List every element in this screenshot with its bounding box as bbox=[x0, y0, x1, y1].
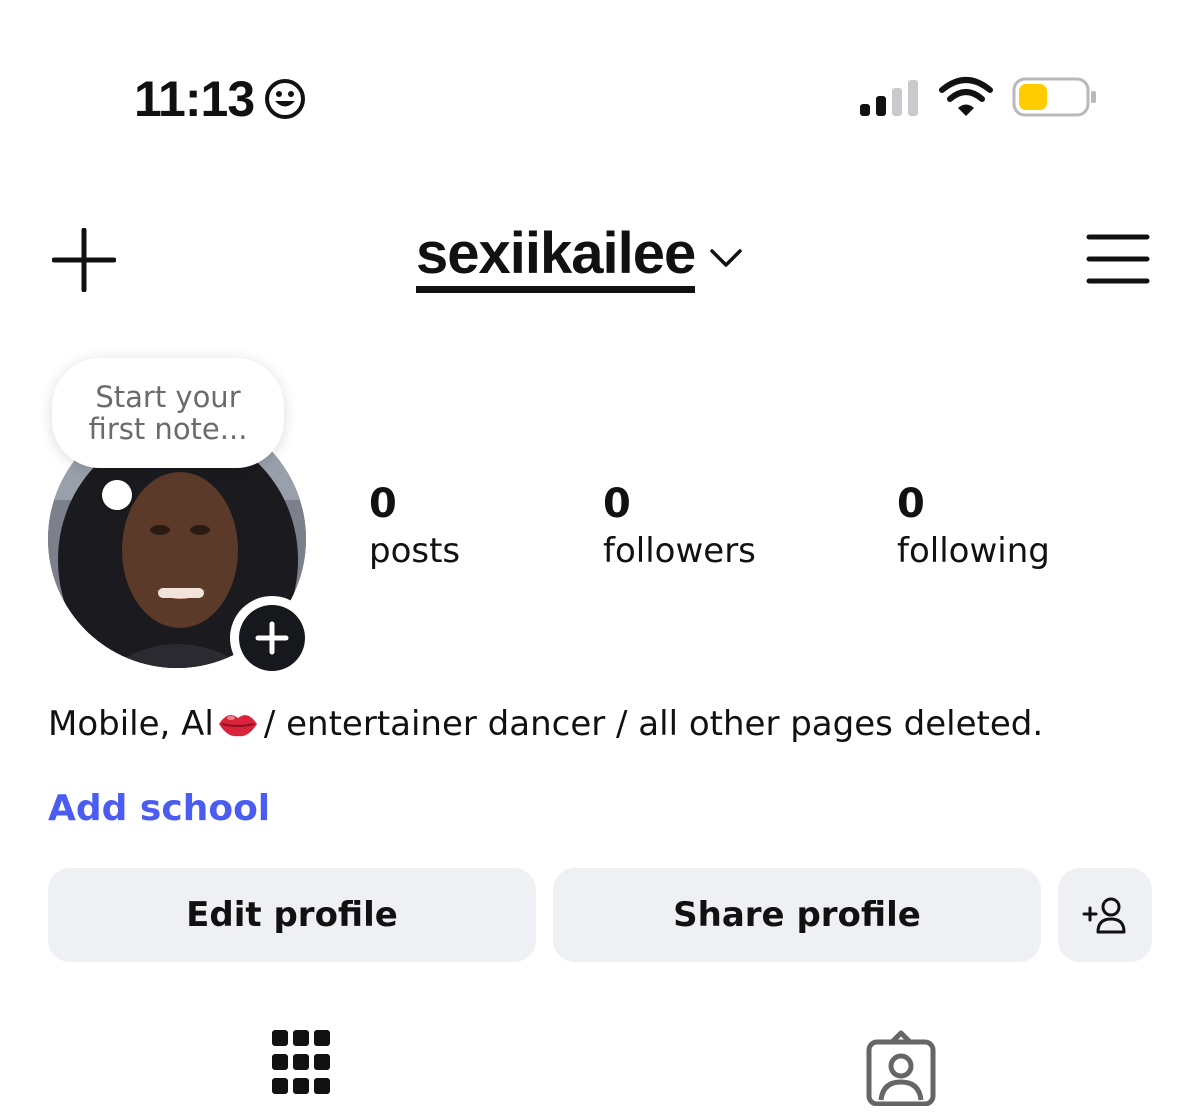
bio: Mobile, Al / entertainer dancer / all ot… bbox=[48, 704, 1043, 744]
following-label: following bbox=[897, 531, 1050, 571]
kiss-lips-emoji bbox=[218, 715, 257, 737]
posts-label: posts bbox=[369, 531, 461, 571]
create-plus-icon[interactable] bbox=[52, 228, 116, 292]
bio-text-1: Mobile, Al bbox=[48, 704, 214, 744]
battery-icon bbox=[1012, 77, 1096, 117]
bio-text-2: / entertainer dancer / all other pages d… bbox=[263, 704, 1044, 744]
status-time: 11:13 bbox=[134, 70, 306, 128]
cellular-signal-icon bbox=[860, 80, 918, 116]
stat-following[interactable]: 0 following bbox=[897, 480, 1050, 574]
edit-profile-button[interactable]: Edit profile bbox=[48, 868, 536, 962]
add-story-button[interactable] bbox=[230, 596, 314, 680]
following-count: 0 bbox=[897, 481, 925, 527]
status-time-text: 11:13 bbox=[134, 71, 255, 127]
chevron-down-icon bbox=[710, 248, 743, 267]
wifi-icon bbox=[939, 77, 993, 116]
smiley-face-icon bbox=[265, 79, 306, 119]
note-bubble[interactable]: Start your first note... bbox=[52, 358, 284, 468]
stat-followers[interactable]: 0 followers bbox=[603, 480, 756, 574]
posts-count: 0 bbox=[369, 481, 397, 527]
username: sexiikailee bbox=[416, 222, 696, 293]
followers-label: followers bbox=[603, 531, 756, 571]
profile-screen: 11:13 sexiikailee Start your first note.… bbox=[0, 0, 1200, 1113]
plus-icon bbox=[255, 621, 289, 655]
share-profile-button[interactable]: Share profile bbox=[553, 868, 1041, 962]
followers-count: 0 bbox=[603, 481, 631, 527]
hamburger-menu-icon[interactable] bbox=[1086, 232, 1150, 286]
tagged-person-icon[interactable] bbox=[866, 1030, 936, 1106]
note-line-1: Start your bbox=[95, 380, 241, 414]
discover-people-button[interactable] bbox=[1058, 868, 1152, 962]
stat-posts[interactable]: 0 posts bbox=[369, 480, 460, 574]
grid-icon[interactable] bbox=[272, 1030, 330, 1100]
account-switcher[interactable]: sexiikailee bbox=[416, 222, 743, 293]
note-bubble-tail-dot bbox=[110, 494, 126, 510]
note-line-2: first note... bbox=[88, 412, 248, 446]
add-school-link[interactable]: Add school bbox=[48, 788, 270, 829]
add-person-icon bbox=[1082, 897, 1126, 934]
